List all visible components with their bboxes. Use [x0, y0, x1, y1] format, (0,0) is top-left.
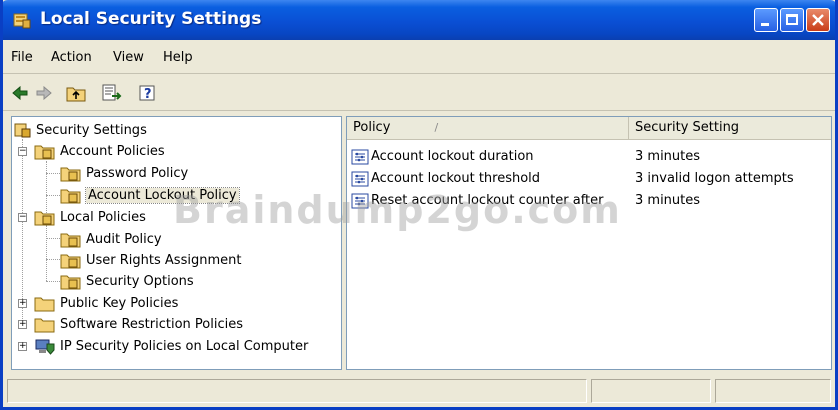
tree-item-audit-policy[interactable]: Audit Policy: [60, 229, 162, 249]
policy-setting-icon: [351, 171, 369, 187]
expand-software-restriction-policies[interactable]: +: [18, 320, 27, 329]
tree-item-password-policy[interactable]: Password Policy: [60, 163, 188, 183]
up-one-level-button[interactable]: [65, 82, 87, 104]
tree-label: IP Security Policies on Local Computer: [60, 338, 309, 354]
policy-folder-icon: [34, 211, 55, 225]
status-pane-main: [7, 379, 587, 403]
folder-icon: [34, 318, 55, 332]
policy-value: 3 minutes: [635, 193, 701, 208]
toolbar: ?: [3, 76, 835, 111]
status-pane-tertiary: [715, 379, 831, 403]
menu-bar: File Action View Help: [3, 43, 835, 74]
table-row[interactable]: Account lockout threshold 3 invalid logo…: [347, 168, 831, 190]
tree-item-account-policies[interactable]: Account Policies: [34, 141, 165, 161]
tree-label: Public Key Policies: [60, 295, 179, 311]
minimize-button[interactable]: [754, 8, 778, 32]
policy-folder-icon: [60, 275, 81, 289]
forward-button[interactable]: [33, 82, 55, 104]
close-icon: [812, 14, 824, 26]
maximize-button[interactable]: [780, 8, 804, 32]
expand-public-key-policies[interactable]: +: [18, 299, 27, 308]
policy-folder-icon: [60, 254, 81, 268]
expand-ip-security-policies[interactable]: +: [18, 342, 27, 351]
window-title: Local Security Settings: [40, 9, 262, 29]
forward-arrow-icon: [36, 86, 52, 100]
tree-label: User Rights Assignment: [86, 252, 242, 268]
back-arrow-icon: [12, 86, 28, 100]
tree-label: Security Settings: [36, 122, 147, 138]
policy-folder-icon: [60, 233, 81, 247]
svg-text:?: ?: [144, 87, 152, 102]
collapse-account-policies[interactable]: −: [18, 147, 27, 156]
details-pane[interactable]: Policy / Security Setting Account lockou…: [346, 116, 832, 370]
tree-label: Security Options: [86, 273, 194, 289]
policy-value: 3 invalid logon attempts: [635, 171, 794, 186]
menu-help[interactable]: Help: [163, 50, 193, 65]
tree-item-security-settings[interactable]: Security Settings: [14, 120, 147, 140]
tree-label: Account Policies: [60, 143, 165, 159]
policy-folder-icon: [60, 189, 81, 203]
help-icon: ?: [139, 85, 155, 102]
tree-item-user-rights-assignment[interactable]: User Rights Assignment: [60, 250, 241, 270]
tree-item-software-restriction-policies[interactable]: Software Restriction Policies: [34, 314, 243, 334]
sort-ascending-icon: /: [434, 121, 439, 134]
status-pane-secondary: [591, 379, 711, 403]
policy-folder-icon: [60, 167, 81, 181]
help-button[interactable]: ?: [137, 82, 159, 104]
export-list-button[interactable]: [101, 82, 123, 104]
maximize-icon: [786, 14, 798, 25]
main-window: Local Security Settings File Action View…: [0, 0, 838, 410]
folder-icon: [34, 297, 55, 311]
up-folder-icon: [66, 87, 86, 102]
tree-item-public-key-policies[interactable]: Public Key Policies: [34, 293, 178, 313]
column-header-policy[interactable]: Policy /: [347, 117, 629, 139]
close-button[interactable]: [806, 8, 830, 32]
tree-item-security-options[interactable]: Security Options: [60, 271, 194, 291]
security-settings-icon: [14, 123, 31, 138]
column-header-label: Policy: [353, 120, 391, 135]
policy-folder-icon: [34, 145, 55, 159]
tree-label: Audit Policy: [86, 231, 162, 247]
security-settings-app-icon: [13, 13, 31, 29]
computer-shield-icon: [35, 339, 55, 355]
column-header-security-setting[interactable]: Security Setting: [629, 117, 831, 139]
menu-action[interactable]: Action: [51, 50, 92, 65]
tree-label: Software Restriction Policies: [60, 316, 243, 332]
table-row[interactable]: Account lockout duration 3 minutes: [347, 146, 831, 168]
collapse-local-policies[interactable]: −: [18, 213, 27, 222]
policy-value: 3 minutes: [635, 149, 701, 164]
policy-name: Account lockout duration: [371, 149, 534, 164]
policy-name: Account lockout threshold: [371, 171, 541, 186]
back-button[interactable]: [9, 82, 31, 104]
tree-label: Password Policy: [86, 165, 189, 181]
minimize-icon: [761, 23, 769, 26]
list-header: Policy / Security Setting: [347, 117, 831, 140]
tree-item-local-policies[interactable]: Local Policies: [34, 207, 146, 227]
watermark: Braindump2go.com: [173, 188, 622, 232]
column-header-label: Security Setting: [635, 120, 740, 135]
export-list-icon: [102, 84, 122, 101]
title-bar[interactable]: Local Security Settings: [3, 0, 835, 40]
policy-setting-icon: [351, 149, 369, 165]
menu-file[interactable]: File: [11, 50, 33, 65]
menu-view[interactable]: View: [113, 50, 144, 65]
status-bar: [3, 376, 835, 407]
tree-item-ip-security-policies[interactable]: IP Security Policies on Local Computer: [34, 336, 308, 356]
tree-pane[interactable]: Security Settings − Account Policies Pas…: [11, 116, 342, 370]
tree-label: Local Policies: [60, 209, 146, 225]
